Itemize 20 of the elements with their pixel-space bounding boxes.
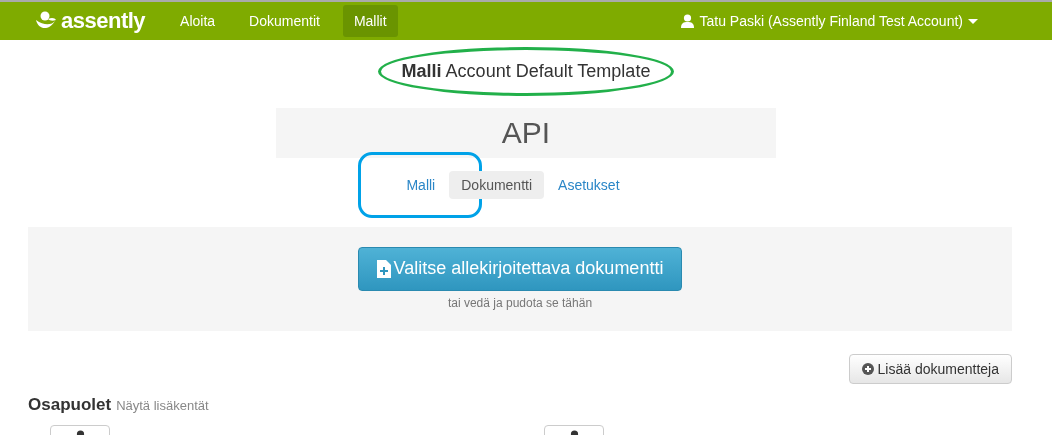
add-documents-button[interactable]: Lisää dokumentteja bbox=[848, 354, 1012, 384]
section-heading: Osapuolet bbox=[28, 395, 112, 415]
nav-link[interactable]: Dokumentit bbox=[238, 5, 331, 37]
user-icon bbox=[681, 14, 695, 28]
drop-hint: tai vedä ja pudota se tähän bbox=[447, 296, 593, 310]
nav-link[interactable]: Aloita bbox=[169, 5, 227, 37]
nav-link[interactable]: Mallit bbox=[342, 5, 398, 37]
brand-name: assently bbox=[61, 8, 146, 34]
logo-icon bbox=[35, 11, 57, 31]
plus-circle-icon bbox=[861, 363, 874, 375]
show-fields-link[interactable]: Näytä lisäkentät bbox=[116, 398, 209, 413]
template-name: API bbox=[276, 108, 776, 158]
file-add-icon bbox=[376, 259, 391, 278]
tab[interactable]: Malli bbox=[394, 171, 448, 199]
page-title: Malli Account Default Template bbox=[401, 61, 651, 81]
tab[interactable]: Asetukset bbox=[546, 171, 632, 199]
tab[interactable]: Dokumentti bbox=[449, 171, 545, 199]
caret-icon bbox=[968, 18, 978, 24]
choose-document-button[interactable]: Valitse allekirjoitettava dokumentti bbox=[357, 247, 683, 291]
user-menu[interactable]: Tatu Paski (Assently Finland Test Account) bbox=[681, 13, 978, 29]
